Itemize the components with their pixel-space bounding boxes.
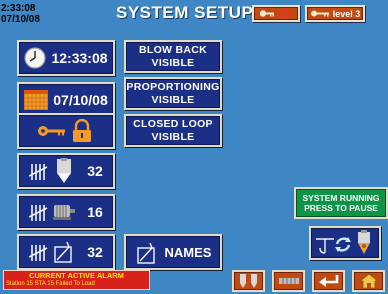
counter-loader-button[interactable]: 32: [17, 234, 115, 270]
return-arrow-icon: [318, 275, 338, 287]
status-line2: PRESS TO PAUSE: [304, 203, 378, 213]
home-button[interactable]: [352, 270, 385, 292]
counter1-value: 32: [87, 163, 103, 179]
set-time-button[interactable]: 12:33:08: [17, 40, 115, 76]
hoppers-icon: [239, 274, 257, 288]
sequence-button[interactable]: [309, 226, 381, 260]
back-button[interactable]: [312, 270, 345, 292]
names-label: NAMES: [164, 244, 212, 260]
nav-stations-button[interactable]: [232, 270, 265, 292]
clock-icon: [24, 47, 47, 69]
closed-loop-line1: CLOSED LOOP: [133, 117, 213, 130]
tally-hopper-icon: [29, 158, 72, 183]
home-icon: [358, 273, 379, 289]
closed-loop-line2: VISIBLE: [151, 130, 195, 143]
header-time: 2:33:08: [1, 3, 36, 14]
clock-time-value: 12:33:08: [51, 50, 108, 66]
proportioning-visible-button[interactable]: PROPORTIONING VISIBLE: [124, 77, 222, 110]
blow-back-line2: VISIBLE: [151, 56, 195, 69]
header-clock: 2:33:08 07/10/08: [1, 3, 40, 25]
logout-button[interactable]: [252, 5, 300, 22]
tally-loader-icon: [29, 241, 72, 263]
status-line1: SYSTEM RUNNING: [302, 193, 380, 203]
key-icon: [310, 10, 329, 17]
passwords-button[interactable]: [17, 113, 115, 149]
level-label: level 3: [332, 8, 361, 19]
counter-motor-button[interactable]: 16: [17, 194, 115, 230]
active-alarm-banner[interactable]: CURRENT ACTIVE ALARM Station 15 STA 15 F…: [3, 270, 150, 290]
tally-motor-icon: [29, 205, 76, 221]
loader-icon: [136, 242, 155, 264]
header-date: 07/10/08: [1, 14, 40, 25]
counter2-value: 16: [87, 204, 103, 220]
system-running-button[interactable]: SYSTEM RUNNING PRESS TO PAUSE: [294, 187, 388, 219]
loader-cycle-icon: [316, 230, 370, 254]
counter-station-button[interactable]: 32: [17, 153, 115, 189]
closed-loop-visible-button[interactable]: CLOSED LOOP VISIBLE: [124, 114, 222, 147]
access-level-button[interactable]: level 3: [305, 5, 365, 22]
alarm-detail: Station 15 STA 15 Failed To Load: [6, 281, 95, 287]
key-power-icon: [259, 8, 290, 19]
blow-back-line1: BLOW BACK: [138, 43, 208, 56]
proportioning-line2: VISIBLE: [151, 93, 195, 106]
alarm-title: CURRENT ACTIVE ALARM: [29, 271, 124, 280]
key-lock-icon: [38, 119, 91, 142]
proportioning-line1: PROPORTIONING: [126, 80, 220, 93]
calendar-icon: [24, 90, 49, 110]
calendar-date-value: 07/10/08: [53, 92, 108, 108]
nav-machine-button[interactable]: [272, 270, 305, 292]
machine-icon: [278, 278, 299, 284]
counter3-value: 32: [87, 244, 103, 260]
page-title: SYSTEM SETUP: [116, 3, 254, 22]
names-button[interactable]: NAMES: [124, 234, 222, 270]
blow-back-visible-button[interactable]: BLOW BACK VISIBLE: [124, 40, 222, 73]
